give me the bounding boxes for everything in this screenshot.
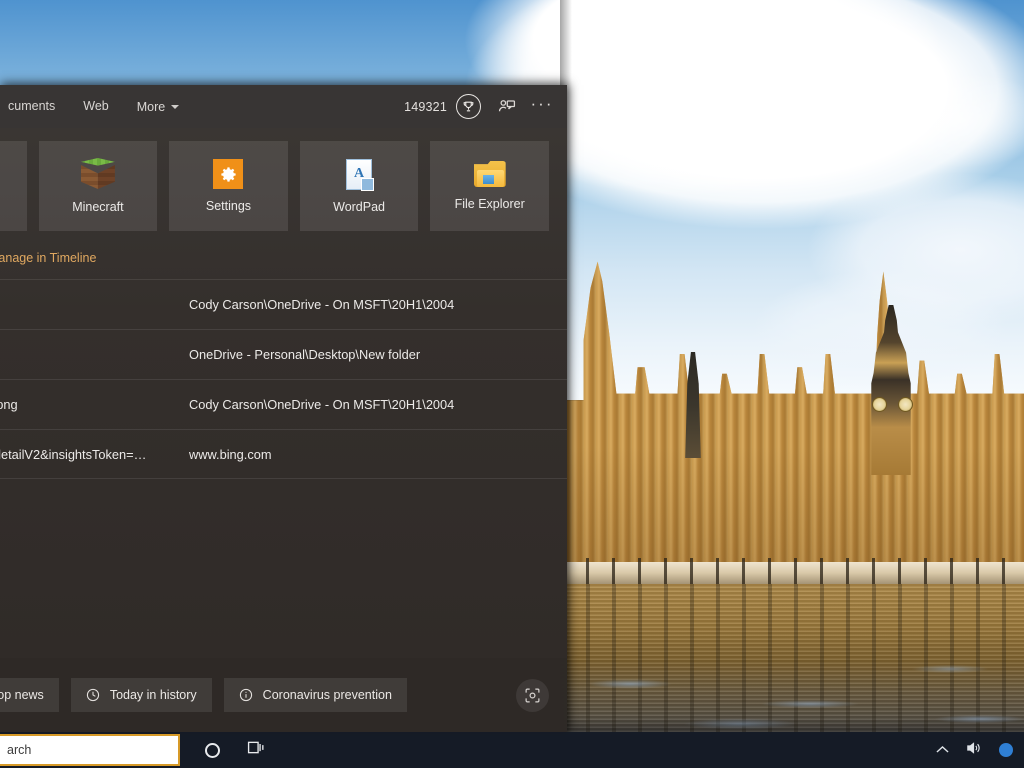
speaker-icon	[966, 741, 982, 760]
result-path: www.bing.com	[189, 446, 272, 462]
result-path: Cody Carson\OneDrive - On MSFT\20H1\2004	[189, 397, 455, 412]
app-tile-wordpad-label: WordPad	[333, 199, 386, 214]
volume-button[interactable]	[960, 732, 988, 768]
result-path: Cody Carson\OneDrive - On MSFT\20H1\2004	[189, 297, 455, 312]
search-header-actions: 149321 ···	[404, 94, 553, 119]
table-row[interactable]: ong OneDrive - Personal\Desktop\New fold…	[0, 329, 567, 379]
wordpad-document-icon: A	[346, 158, 375, 191]
result-name: ong	[0, 347, 189, 362]
info-icon	[239, 688, 254, 703]
tab-documents-label: cuments	[8, 99, 56, 113]
tab-web[interactable]: Web	[69, 85, 122, 128]
task-view-icon	[247, 739, 266, 761]
result-name: ew=detailV2&insightsToken=…	[0, 446, 147, 462]
chip-coronavirus-prevention-label: Coronavirus prevention	[262, 688, 392, 702]
chip-top-news-label: Top news	[0, 688, 44, 702]
app-tile-wordpad[interactable]: A WordPad	[299, 141, 419, 231]
trophy-icon	[456, 94, 481, 119]
clock-icon	[86, 688, 101, 703]
tab-more[interactable]: More	[123, 100, 193, 114]
search-input-value: arch	[7, 743, 32, 757]
camera-visual-search-icon[interactable]	[516, 678, 549, 712]
ellipsis-icon[interactable]: ···	[530, 94, 554, 118]
action-center-button[interactable]	[992, 732, 1020, 768]
rewards-points-count: 149321	[404, 99, 447, 114]
top-apps-row: Minecraft Settings A WordPad File Explor…	[0, 128, 567, 231]
chevron-up-icon	[935, 741, 949, 759]
app-tile-file-explorer-label: File Explorer	[454, 197, 525, 211]
search-tab-bar: cuments Web More	[0, 85, 193, 128]
chip-today-in-history-label: Today in history	[109, 688, 197, 702]
search-panel-header: cuments Web More 149321 ···	[0, 85, 567, 128]
chip-today-in-history[interactable]: Today in history	[70, 678, 212, 712]
app-tile-minecraft-label: Minecraft	[72, 200, 124, 214]
table-row[interactable]: Cody Carson\OneDrive - On MSFT\20H1\2004	[0, 279, 567, 329]
tab-web-label: Web	[83, 99, 109, 113]
task-view-button[interactable]	[234, 732, 278, 768]
search-input[interactable]: arch	[0, 734, 180, 766]
app-tile-file-explorer[interactable]: File Explorer	[430, 141, 549, 231]
system-tray	[928, 732, 1022, 768]
search-panel-body: Minecraft Settings A WordPad File Explor…	[0, 128, 567, 658]
feedback-person-icon[interactable]	[495, 96, 517, 118]
wallpaper-vignette	[560, 0, 1024, 732]
show-hidden-icons-button[interactable]	[928, 732, 956, 768]
tab-documents[interactable]: cuments	[0, 85, 69, 128]
table-row[interactable]: lack.png Cody Carson\OneDrive - On MSFT\…	[0, 379, 567, 429]
search-panel-footer: Top news Today in history Coronavirus pr…	[0, 658, 567, 732]
windows-search-flyout: cuments Web More 149321 ··· Minecraft Se…	[0, 85, 567, 732]
chevron-down-icon	[171, 104, 180, 109]
chip-coronavirus-prevention[interactable]: Coronavirus prevention	[223, 678, 407, 712]
folder-icon	[473, 161, 506, 187]
app-tile-settings[interactable]: Settings	[169, 141, 288, 231]
table-row[interactable]: ew=detailV2&insightsToken=… www.bing.com	[0, 429, 567, 479]
manage-in-timeline-link[interactable]: Manage in Timeline	[0, 251, 96, 265]
app-tile-settings-label: Settings	[205, 199, 252, 213]
tab-more-label: More	[136, 99, 166, 114]
result-name: lack.png	[0, 397, 18, 412]
cortana-circle-icon	[204, 742, 220, 758]
search-results-list: Cody Carson\OneDrive - On MSFT\20H1\2004…	[0, 279, 567, 479]
minecraft-grass-block-icon	[80, 158, 115, 190]
rewards-button[interactable]: 149321	[404, 94, 481, 119]
taskbar: arch	[0, 732, 1024, 768]
app-tile-hidden[interactable]	[0, 141, 27, 231]
app-tile-minecraft[interactable]: Minecraft	[38, 141, 158, 231]
blue-dot-icon	[999, 743, 1013, 757]
chip-top-news[interactable]: Top news	[0, 678, 59, 712]
cortana-button[interactable]	[190, 732, 234, 768]
result-path: OneDrive - Personal\Desktop\New folder	[189, 347, 421, 362]
gear-icon	[213, 159, 244, 189]
ellipsis-label: ···	[530, 94, 554, 113]
timeline-bar: Manage in Timeline	[0, 231, 567, 275]
